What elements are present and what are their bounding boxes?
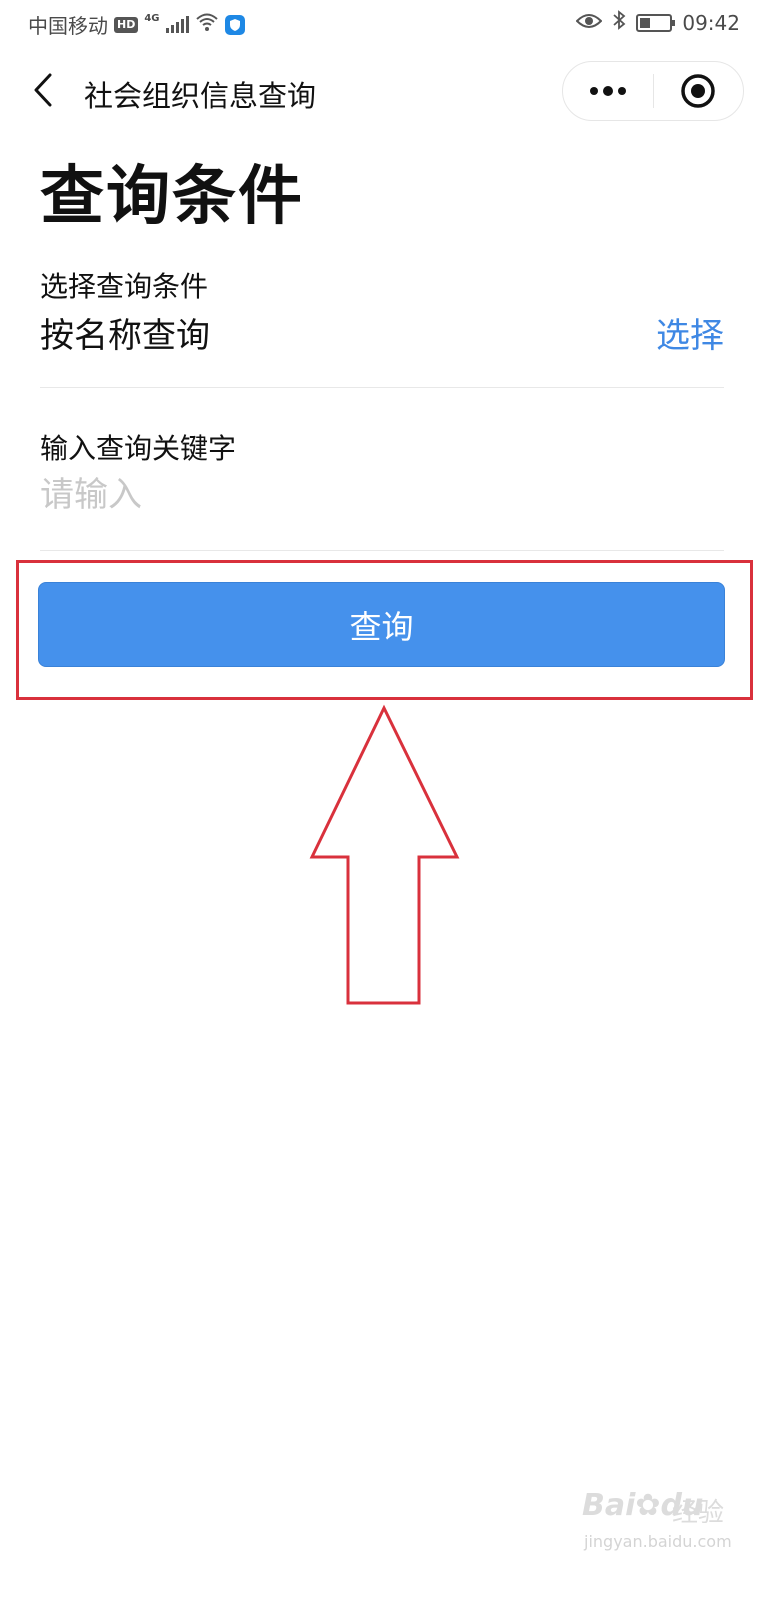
status-bar: 中国移动 HD 4G 09:42 (0, 0, 778, 46)
condition-value[interactable]: 按名称查询 (40, 308, 210, 357)
hd-icon: HD (114, 16, 139, 33)
annotation-arrow-icon (309, 704, 460, 1005)
network-type: 4G (144, 13, 160, 24)
keyword-label: 输入查询关键字 (40, 432, 237, 465)
divider-line (40, 550, 724, 551)
divider-line (40, 387, 724, 388)
watermark-cn: 经验 (672, 1498, 725, 1528)
nav-title: 社会组织信息查询 (84, 79, 317, 113)
close-miniapp-button[interactable] (654, 62, 744, 120)
wifi-icon (195, 12, 219, 37)
paw-icon: ✿ (635, 1488, 661, 1523)
select-condition-link[interactable]: 选择 (656, 308, 724, 357)
page-root: 中国移动 HD 4G 09:42 社会组织信息查询 查询条件 选择查询条件 按名… (0, 0, 778, 1600)
miniapp-capsule (562, 61, 744, 121)
condition-label: 选择查询条件 (40, 270, 209, 303)
page-title: 查询条件 (40, 160, 304, 234)
target-close-icon (681, 74, 715, 108)
chevron-left-icon (34, 73, 52, 107)
baidu-watermark: Bai✿du 经验 jingyan.baidu.com (582, 1470, 742, 1570)
eye-icon (575, 11, 603, 35)
battery-icon (636, 13, 676, 32)
carrier-name: 中国移动 (28, 14, 108, 38)
query-button[interactable]: 查询 (38, 582, 725, 667)
back-button[interactable] (28, 70, 58, 110)
battery-level (640, 17, 651, 28)
signal-icon (165, 15, 189, 33)
keyword-input[interactable] (40, 470, 724, 520)
status-right: 09:42 (575, 10, 740, 35)
status-time: 09:42 (682, 10, 740, 35)
more-dots-icon (589, 86, 626, 96)
more-button[interactable] (563, 62, 653, 120)
shield-icon (224, 14, 245, 35)
status-left: 中国移动 HD 4G (28, 10, 245, 39)
bluetooth-icon (612, 10, 626, 35)
watermark-url: jingyan.baidu.com (584, 1532, 732, 1551)
